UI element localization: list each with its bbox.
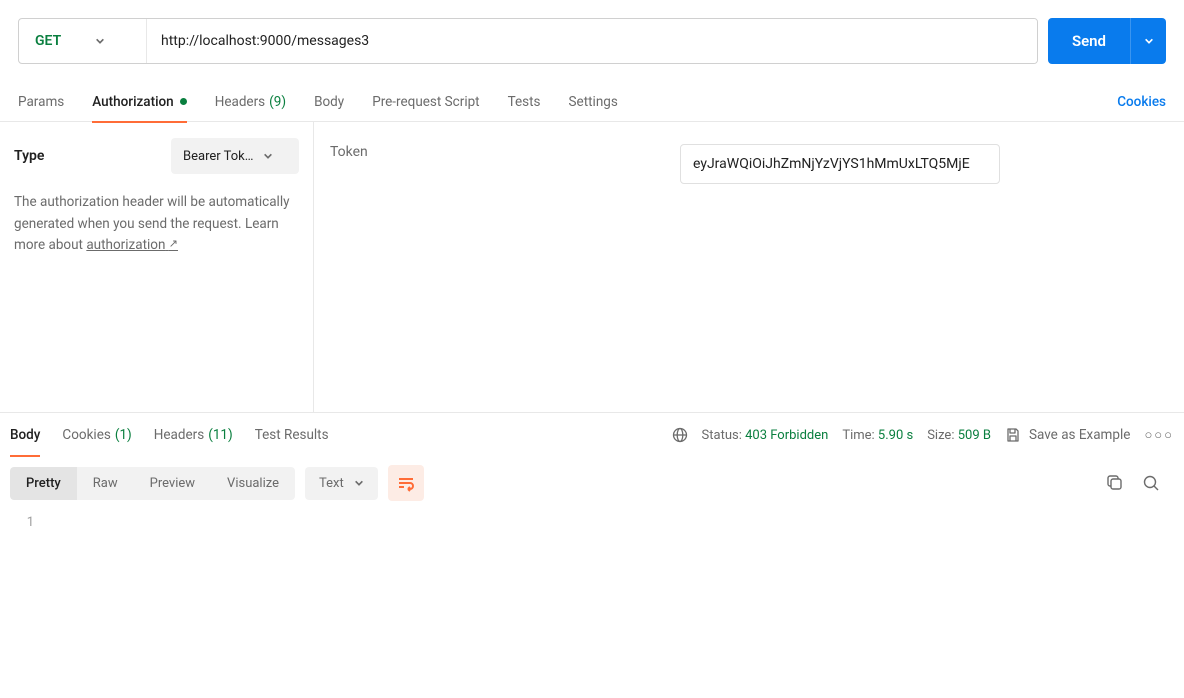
tab-authorization[interactable]: Authorization bbox=[92, 82, 186, 122]
tab-params[interactable]: Params bbox=[18, 82, 64, 122]
auth-type-value: Bearer Tok… bbox=[183, 149, 253, 164]
method-url-bar: GET bbox=[18, 18, 1038, 64]
tab-body[interactable]: Body bbox=[314, 82, 344, 122]
auth-active-dot bbox=[180, 98, 187, 105]
url-input[interactable] bbox=[147, 19, 1037, 63]
auth-type-panel: Type Bearer Tok… The authorization heade… bbox=[0, 122, 314, 412]
type-label: Type bbox=[14, 148, 44, 164]
wrap-icon bbox=[397, 474, 415, 492]
search-button[interactable] bbox=[1142, 474, 1160, 492]
size-value: 509 B bbox=[958, 428, 991, 443]
method-select[interactable]: GET bbox=[19, 19, 147, 63]
tab-label: Headers bbox=[154, 427, 204, 443]
chevron-down-icon bbox=[95, 36, 105, 46]
resp-headers-count: (11) bbox=[208, 427, 233, 443]
tab-settings[interactable]: Settings bbox=[569, 82, 618, 122]
response-view-tabs: Pretty Raw Preview Visualize Text bbox=[0, 457, 1184, 509]
token-input[interactable] bbox=[680, 144, 1000, 184]
format-select[interactable]: Text bbox=[305, 467, 378, 500]
auth-type-select[interactable]: Bearer Tok… bbox=[171, 138, 299, 174]
token-label: Token bbox=[330, 144, 650, 160]
copy-icon bbox=[1106, 474, 1124, 492]
wrap-lines-button[interactable] bbox=[388, 465, 424, 501]
chevron-down-icon bbox=[263, 151, 273, 161]
send-options-button[interactable] bbox=[1130, 18, 1166, 64]
headers-count: (9) bbox=[269, 94, 286, 110]
size-meta: Size: 509 B bbox=[927, 428, 991, 443]
send-button-group: Send bbox=[1048, 18, 1166, 64]
view-mode-group: Pretty Raw Preview Visualize bbox=[10, 467, 295, 500]
external-link-icon: ↗ bbox=[169, 237, 178, 250]
response-tab-body[interactable]: Body bbox=[10, 413, 40, 457]
cookies-count: (1) bbox=[115, 427, 132, 443]
auth-config-panel: Token bbox=[314, 122, 1184, 412]
view-raw[interactable]: Raw bbox=[77, 467, 134, 500]
request-row: GET Send bbox=[0, 0, 1184, 82]
line-number: 1 bbox=[10, 515, 34, 530]
tab-pre-request[interactable]: Pre-request Script bbox=[372, 82, 479, 122]
tab-label: Cookies bbox=[62, 427, 110, 443]
copy-button[interactable] bbox=[1106, 474, 1124, 492]
tab-headers[interactable]: Headers (9) bbox=[215, 82, 286, 122]
status-value: 403 Forbidden bbox=[745, 428, 828, 443]
response-tab-test-results[interactable]: Test Results bbox=[255, 413, 329, 457]
response-actions bbox=[1106, 474, 1174, 492]
tab-label: Authorization bbox=[92, 94, 173, 110]
more-options-button[interactable]: ○○○ bbox=[1144, 427, 1174, 443]
response-editor: 1 bbox=[0, 509, 1184, 536]
response-meta: Status: 403 Forbidden Time: 5.90 s Size:… bbox=[672, 427, 1174, 443]
auth-description: The authorization header will be automat… bbox=[14, 192, 299, 257]
editor-content[interactable] bbox=[44, 515, 1174, 530]
line-gutter: 1 bbox=[10, 515, 44, 530]
time-meta: Time: 5.90 s bbox=[842, 428, 913, 443]
globe-icon[interactable] bbox=[672, 427, 688, 443]
chevron-down-icon bbox=[354, 478, 364, 488]
tab-tests[interactable]: Tests bbox=[508, 82, 541, 122]
view-pretty[interactable]: Pretty bbox=[10, 467, 77, 500]
method-label: GET bbox=[35, 33, 61, 49]
response-tab-cookies[interactable]: Cookies (1) bbox=[62, 413, 131, 457]
type-row: Type Bearer Tok… bbox=[14, 138, 299, 174]
request-tabs: Params Authorization Headers (9) Body Pr… bbox=[0, 82, 1184, 122]
auth-learn-more-link[interactable]: authorization ↗ bbox=[86, 237, 178, 253]
send-button[interactable]: Send bbox=[1048, 18, 1130, 64]
save-icon bbox=[1005, 427, 1021, 443]
time-value: 5.90 s bbox=[878, 428, 913, 443]
authorization-panel: Type Bearer Tok… The authorization heade… bbox=[0, 122, 1184, 412]
cookies-link[interactable]: Cookies bbox=[1117, 94, 1166, 110]
save-as-example-button[interactable]: Save as Example bbox=[1005, 427, 1130, 443]
response-tab-headers[interactable]: Headers (11) bbox=[154, 413, 233, 457]
chevron-down-icon bbox=[1144, 36, 1154, 46]
view-preview[interactable]: Preview bbox=[134, 467, 211, 500]
search-icon bbox=[1142, 474, 1160, 492]
status-meta: Status: 403 Forbidden bbox=[702, 428, 829, 443]
response-tabs: Body Cookies (1) Headers (11) Test Resul… bbox=[0, 413, 1184, 457]
response-section: Body Cookies (1) Headers (11) Test Resul… bbox=[0, 412, 1184, 536]
tab-label: Headers bbox=[215, 94, 265, 110]
view-visualize[interactable]: Visualize bbox=[211, 467, 295, 500]
